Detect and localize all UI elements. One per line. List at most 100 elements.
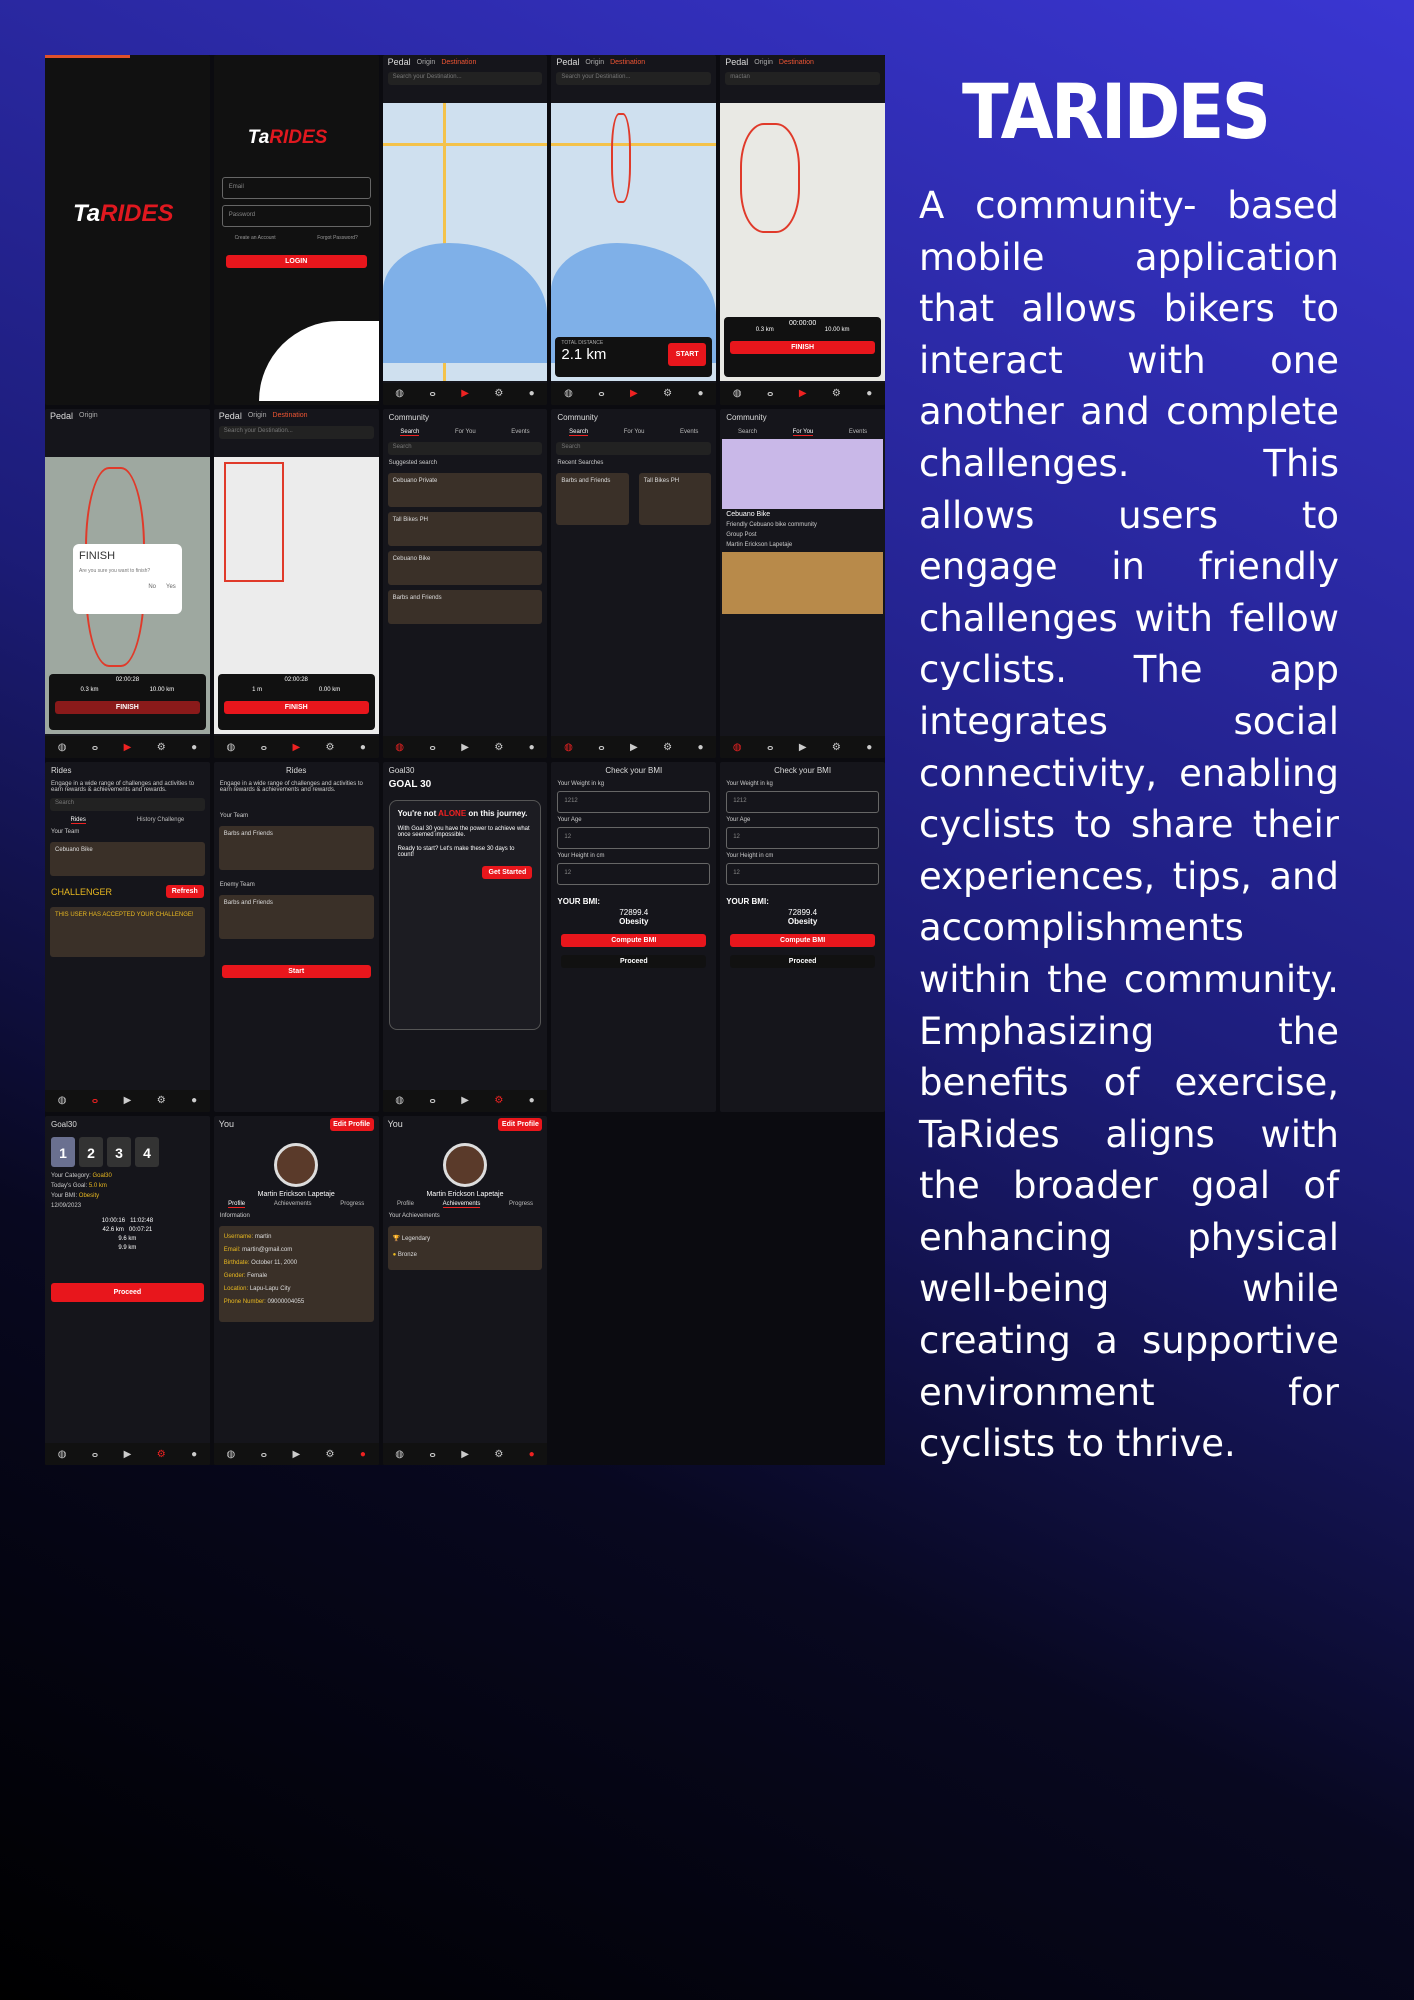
- bike-icon[interactable]: ⴰ: [92, 1095, 98, 1106]
- user-icon[interactable]: ●: [360, 742, 366, 753]
- gear-icon[interactable]: ⚙: [326, 1449, 335, 1460]
- age-field[interactable]: 12: [726, 827, 879, 849]
- globe-icon[interactable]: ◍: [395, 742, 404, 753]
- gear-icon[interactable]: ⚙: [326, 742, 335, 753]
- tab-events[interactable]: Events: [680, 429, 698, 436]
- tab-search[interactable]: Search: [738, 429, 757, 436]
- tab-for-you[interactable]: For You: [455, 429, 476, 436]
- pedal-icon[interactable]: ▶: [799, 742, 807, 753]
- list-item[interactable]: Cebuano Private: [387, 472, 543, 507]
- day-box[interactable]: 2: [79, 1136, 103, 1167]
- weight-field[interactable]: 1212: [726, 791, 879, 813]
- pedal-icon[interactable]: ▶: [630, 388, 638, 399]
- tab-profile[interactable]: Profile: [397, 1201, 414, 1208]
- tab-achievements[interactable]: Achievements: [442, 1201, 481, 1208]
- finish-button[interactable]: FINISH: [223, 701, 369, 714]
- tab-progress[interactable]: Progress: [509, 1201, 533, 1208]
- start-button[interactable]: START: [668, 342, 707, 366]
- globe-icon[interactable]: ◍: [395, 1449, 404, 1460]
- forgot-password-link[interactable]: Forgot Password?: [317, 235, 358, 241]
- bike-icon[interactable]: ⴰ: [429, 742, 435, 753]
- globe-icon[interactable]: ◍: [226, 1449, 235, 1460]
- community-search[interactable]: Search: [556, 441, 712, 455]
- bike-icon[interactable]: ⴰ: [92, 1449, 98, 1460]
- pedal-icon[interactable]: ▶: [461, 1449, 469, 1460]
- finish-button[interactable]: FINISH: [730, 340, 875, 354]
- gear-icon[interactable]: ⚙: [157, 742, 166, 753]
- map-view[interactable]: [382, 103, 548, 381]
- bike-icon[interactable]: ⴰ: [261, 1449, 267, 1460]
- bike-icon[interactable]: ⴰ: [261, 742, 267, 753]
- tab-progress[interactable]: Progress: [340, 1201, 364, 1208]
- height-field[interactable]: 12: [726, 863, 879, 885]
- destination-label[interactable]: Destination: [441, 59, 476, 66]
- bike-icon[interactable]: ⴰ: [429, 1449, 435, 1460]
- user-icon[interactable]: ●: [697, 742, 703, 753]
- destination-search[interactable]: Search your Destination...: [387, 72, 543, 85]
- list-item[interactable]: Cebuano Bike: [387, 550, 543, 585]
- day-box[interactable]: 4: [135, 1136, 159, 1167]
- age-field[interactable]: 12: [557, 827, 711, 849]
- recent-card[interactable]: Tall Bikes PH: [638, 472, 712, 525]
- weight-field[interactable]: 1212: [557, 791, 711, 813]
- start-button[interactable]: Start: [221, 965, 371, 978]
- pedal-icon[interactable]: ▶: [124, 1095, 132, 1106]
- user-icon[interactable]: ●: [191, 1449, 197, 1460]
- user-icon[interactable]: ●: [191, 1095, 197, 1106]
- gear-icon[interactable]: ⚙: [157, 1095, 166, 1106]
- create-account-link[interactable]: Create an Account: [235, 235, 276, 241]
- height-field[interactable]: 12: [557, 863, 711, 885]
- pedal-icon[interactable]: ▶: [461, 742, 469, 753]
- gear-icon[interactable]: ⚙: [663, 742, 672, 753]
- globe-icon[interactable]: ◍: [733, 388, 742, 399]
- recent-card[interactable]: Barbs and Friends: [556, 472, 629, 525]
- bike-icon[interactable]: ⴰ: [598, 742, 604, 753]
- refresh-button[interactable]: Refresh: [165, 885, 204, 898]
- bike-icon[interactable]: ⴰ: [92, 742, 98, 753]
- destination-label[interactable]: Destination: [779, 59, 814, 66]
- compute-bmi-button[interactable]: Compute BMI: [561, 934, 707, 947]
- pedal-icon[interactable]: ▶: [461, 388, 469, 399]
- globe-icon[interactable]: ◍: [564, 388, 573, 399]
- list-item[interactable]: Barbs and Friends: [387, 589, 543, 624]
- email-field[interactable]: Email: [221, 177, 371, 199]
- globe-icon[interactable]: ◍: [733, 742, 742, 753]
- globe-icon[interactable]: ◍: [395, 1095, 404, 1106]
- user-icon[interactable]: ●: [529, 1095, 535, 1106]
- origin-label[interactable]: Origin: [585, 59, 604, 66]
- proceed-button[interactable]: Proceed: [51, 1282, 204, 1302]
- pedal-icon[interactable]: ▶: [292, 742, 300, 753]
- destination-label[interactable]: Destination: [610, 59, 645, 66]
- tab-events[interactable]: Events: [849, 429, 867, 436]
- bike-icon[interactable]: ⴰ: [767, 742, 773, 753]
- user-icon[interactable]: ●: [697, 388, 703, 399]
- gear-icon[interactable]: ⚙: [663, 388, 672, 399]
- user-icon[interactable]: ●: [866, 742, 872, 753]
- user-icon[interactable]: ●: [529, 1449, 535, 1460]
- bike-icon[interactable]: ⴰ: [429, 388, 435, 399]
- day-box[interactable]: 3: [107, 1136, 131, 1167]
- tab-achievements[interactable]: Achievements: [274, 1201, 312, 1208]
- compute-bmi-button[interactable]: Compute BMI: [730, 934, 875, 947]
- bike-icon[interactable]: ⴰ: [767, 388, 773, 399]
- destination-label[interactable]: Destination: [273, 412, 308, 419]
- globe-icon[interactable]: ◍: [395, 388, 404, 399]
- user-icon[interactable]: ●: [866, 388, 872, 399]
- community-search[interactable]: Search: [387, 441, 543, 455]
- destination-search[interactable]: Search your Destination...: [218, 425, 374, 439]
- origin-label[interactable]: Origin: [248, 412, 267, 419]
- bike-icon[interactable]: ⴰ: [429, 1095, 435, 1106]
- gear-icon[interactable]: ⚙: [494, 388, 503, 399]
- bike-icon[interactable]: ⴰ: [598, 388, 604, 399]
- enemy-team-card[interactable]: Barbs and Friends: [218, 895, 374, 939]
- get-started-button[interactable]: Get Started: [482, 866, 533, 879]
- finish-button[interactable]: FINISH: [55, 701, 200, 714]
- globe-icon[interactable]: ◍: [58, 1449, 67, 1460]
- user-icon[interactable]: ●: [360, 1449, 366, 1460]
- tab-for-you[interactable]: For You: [792, 429, 814, 436]
- globe-icon[interactable]: ◍: [58, 1095, 67, 1106]
- user-icon[interactable]: ●: [529, 742, 535, 753]
- globe-icon[interactable]: ◍: [58, 742, 67, 753]
- pedal-icon[interactable]: ▶: [461, 1095, 469, 1106]
- gear-icon[interactable]: ⚙: [832, 742, 841, 753]
